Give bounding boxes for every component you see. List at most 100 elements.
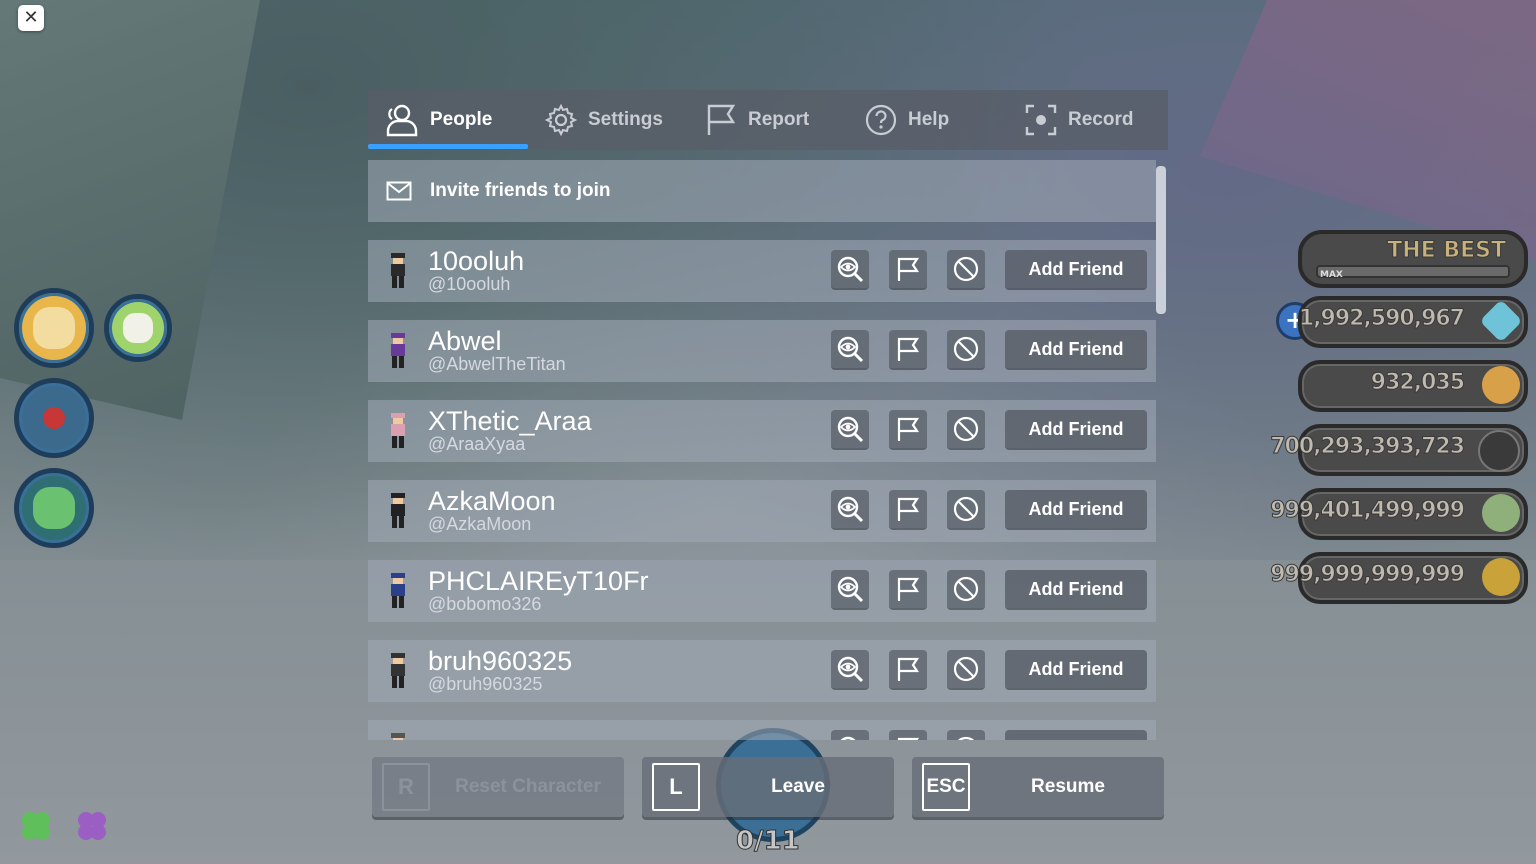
list-scrollbar[interactable] xyxy=(1156,166,1166,314)
player-avatar xyxy=(391,493,405,528)
player-row[interactable]: PHCLAIREyT10Fr @bobomo326 Add Friend xyxy=(368,560,1156,622)
add-friend-button[interactable]: Add Friend xyxy=(1005,330,1147,368)
block-icon xyxy=(953,656,979,682)
player-display-name: AzkaMoon xyxy=(428,486,556,516)
player-row[interactable]: 10ooluh @10ooluh Add Friend xyxy=(368,240,1156,302)
add-friend-button[interactable]: Add Friend xyxy=(1005,570,1147,608)
people-list[interactable]: Invite friends to join 10ooluh @10ooluh xyxy=(368,160,1158,740)
player-display-name: Abwel xyxy=(428,326,502,356)
mail-icon xyxy=(386,181,412,201)
block-icon xyxy=(953,416,979,442)
report-player-button[interactable] xyxy=(889,250,927,288)
tab-settings-label: Settings xyxy=(588,109,663,130)
tab-help[interactable]: Help xyxy=(864,90,949,150)
inspect-button[interactable] xyxy=(831,490,869,528)
player-avatar xyxy=(391,653,405,688)
block-player-button[interactable] xyxy=(947,650,985,688)
tab-record-label: Record xyxy=(1068,109,1134,130)
report-player-button[interactable] xyxy=(889,490,927,528)
block-icon xyxy=(957,736,975,740)
resume-key-hint: ESC xyxy=(922,763,970,811)
inspect-button[interactable] xyxy=(831,410,869,448)
best-rank-panel: THE BEST MAX xyxy=(1298,230,1528,288)
player-row[interactable]: XThetic_Araa @AraaXyaa Add Friend xyxy=(368,400,1156,462)
pets-hud-button[interactable] xyxy=(14,288,94,368)
item-hud-button[interactable] xyxy=(104,294,172,362)
invite-friends-label: Invite friends to join xyxy=(430,180,611,201)
tab-report[interactable]: Report xyxy=(704,90,809,150)
stat-3: 700,293,393,723 xyxy=(1270,424,1528,476)
report-player-button[interactable] xyxy=(889,330,927,368)
report-player-button[interactable] xyxy=(889,650,927,688)
inspect-icon xyxy=(837,336,864,363)
flag-icon xyxy=(897,417,920,441)
inspect-button[interactable] xyxy=(831,730,869,740)
record-icon xyxy=(1025,104,1057,136)
flag-icon xyxy=(897,577,920,601)
player-avatar xyxy=(391,333,405,368)
flag-icon xyxy=(707,104,736,135)
player-username: @10ooluh xyxy=(428,274,511,294)
tab-people-label: People xyxy=(430,109,493,130)
block-player-button[interactable] xyxy=(947,410,985,448)
resume-label: Resume xyxy=(1031,776,1105,797)
people-icon xyxy=(386,104,418,137)
inspect-button[interactable] xyxy=(831,330,869,368)
block-player-button[interactable] xyxy=(947,570,985,608)
diamond-stat: 1,992,590,967 xyxy=(1298,296,1528,348)
player-username: @AraaXyaa xyxy=(428,434,526,454)
inspect-icon xyxy=(837,496,864,523)
add-friend-button[interactable]: Add Friend xyxy=(1005,410,1147,448)
add-friend-button[interactable] xyxy=(1005,730,1147,740)
block-icon xyxy=(953,256,979,282)
diamond-count: 1,992,590,967 xyxy=(1298,306,1465,332)
leave-button[interactable]: L Leave xyxy=(642,757,894,817)
block-icon xyxy=(953,576,979,602)
add-friend-button[interactable]: Add Friend xyxy=(1005,490,1147,528)
invite-friends-row[interactable]: Invite friends to join xyxy=(368,160,1156,222)
inspect-button[interactable] xyxy=(831,250,869,288)
player-avatar xyxy=(391,253,405,288)
block-player-button[interactable] xyxy=(947,250,985,288)
player-display-name: 10ooluh xyxy=(428,246,525,276)
reset-character-button[interactable]: R Reset Character xyxy=(372,757,624,817)
player-counter: 0/11 xyxy=(736,826,801,857)
leaf-hud-button[interactable] xyxy=(14,468,94,548)
close-button[interactable]: ✕ xyxy=(18,5,44,31)
tab-record[interactable]: Record xyxy=(1024,90,1133,150)
block-player-button[interactable] xyxy=(947,330,985,368)
flag-icon xyxy=(897,337,920,361)
tab-settings[interactable]: Settings xyxy=(544,90,663,150)
joystick-hud-button[interactable] xyxy=(14,378,94,458)
green-clover-icon[interactable] xyxy=(18,808,54,844)
add-friend-button[interactable]: Add Friend xyxy=(1005,650,1147,688)
inspect-icon xyxy=(837,256,864,283)
help-icon xyxy=(865,104,897,136)
player-row[interactable]: bruh960325 @bruh960325 Add Friend xyxy=(368,640,1156,702)
paw-coin-icon xyxy=(1482,366,1520,404)
tab-report-label: Report xyxy=(748,109,810,130)
player-display-name: XThetic_Araa xyxy=(428,406,592,436)
block-player-button[interactable] xyxy=(947,730,985,740)
inspect-icon xyxy=(840,736,856,740)
report-player-button[interactable] xyxy=(889,410,927,448)
player-row[interactable]: AzkaMoon @AzkaMoon Add Friend xyxy=(368,480,1156,542)
add-friend-button[interactable]: Add Friend xyxy=(1005,250,1147,288)
report-player-button[interactable] xyxy=(889,730,927,740)
report-player-button[interactable] xyxy=(889,570,927,608)
inspect-button[interactable] xyxy=(831,650,869,688)
inspect-button[interactable] xyxy=(831,570,869,608)
tab-people[interactable]: People xyxy=(382,90,492,150)
player-row[interactable]: Abwel @AbwelTheTitan Add Friend xyxy=(368,320,1156,382)
reset-label: Reset Character xyxy=(455,776,601,797)
active-tab-indicator xyxy=(368,144,528,149)
purple-clover-icon[interactable] xyxy=(74,808,110,844)
inspect-icon xyxy=(837,656,864,683)
tab-help-label: Help xyxy=(908,109,950,130)
player-row[interactable] xyxy=(368,720,1156,740)
resume-button[interactable]: ESC Resume xyxy=(912,757,1164,817)
dark-coin-icon xyxy=(1478,430,1520,472)
coins-count: 932,035 xyxy=(1370,370,1465,396)
block-player-button[interactable] xyxy=(947,490,985,528)
stat-5: 999,999,999,999 xyxy=(1270,552,1528,604)
